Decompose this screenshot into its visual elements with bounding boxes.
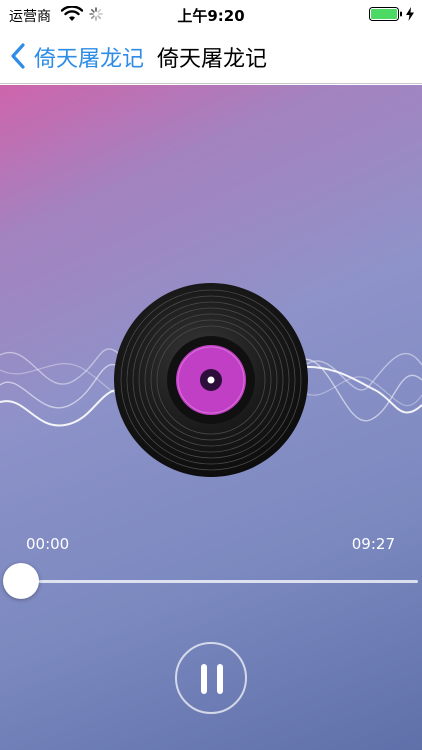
status-bar: 运营商 上午9:20: [0, 0, 422, 28]
battery-icon: [369, 7, 402, 21]
progress-slider[interactable]: [20, 580, 418, 583]
back-chevron-icon[interactable]: [10, 42, 26, 70]
vinyl-disc: [114, 283, 308, 477]
charging-icon: [406, 7, 414, 21]
total-time: 09:27: [351, 535, 395, 553]
pause-icon: [199, 664, 225, 694]
page-title: 倚天屠龙记: [157, 47, 268, 72]
player-panel: 00:00 09:27: [0, 85, 422, 750]
navigation-bar: 倚天屠龙记 倚天屠龙记: [0, 28, 422, 84]
progress-thumb[interactable]: [3, 563, 39, 599]
current-time: 00:00: [26, 535, 70, 553]
pause-button[interactable]: [175, 642, 247, 714]
status-time: 上午9:20: [177, 7, 245, 25]
back-button[interactable]: 倚天屠龙记: [34, 41, 144, 73]
